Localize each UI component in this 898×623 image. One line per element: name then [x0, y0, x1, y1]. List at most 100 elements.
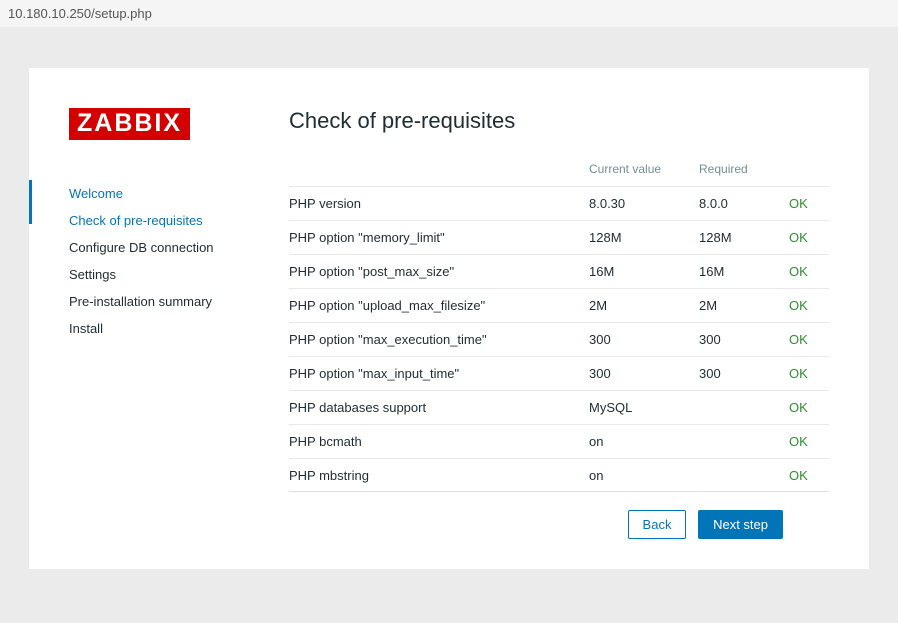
cell-text: PHP databases support [289, 400, 426, 415]
cell: OK [789, 357, 829, 391]
cell-text: on [589, 434, 603, 449]
status-text: OK [789, 468, 808, 483]
cell: OK [789, 289, 829, 323]
cell: OK [789, 255, 829, 289]
cell [699, 391, 789, 425]
cell-text: PHP option "max_execution_time" [289, 332, 487, 347]
requirements-table: Current value Required PHP version 8.0.30… [289, 152, 829, 492]
nav-step[interactable]: Install [69, 315, 289, 342]
table-row: PHP version 8.0.30 8.0.0 OK [289, 187, 829, 221]
cell-text: 300 [699, 366, 721, 381]
cell-text: 300 [699, 332, 721, 347]
cell: 300 [699, 323, 789, 357]
sidebar: ZABBIX Welcome Check of pre-requisites Con… [69, 108, 289, 539]
cell [699, 459, 789, 493]
cell: MySQL [589, 391, 699, 425]
nav-step-label: Install [69, 321, 103, 336]
button-bar: Back Next step [289, 492, 829, 539]
cell-text: on [589, 468, 603, 483]
cell: 16M [699, 255, 789, 289]
cell: PHP option "post_max_size" [289, 255, 589, 289]
table-row: PHP option "max_input_time" 300 300 OK [289, 357, 829, 391]
cell: PHP option "upload_max_filesize" [289, 289, 589, 323]
nav-step-label: Pre-installation summary [69, 294, 212, 309]
cell: on [589, 459, 699, 493]
cell: OK [789, 425, 829, 459]
nav-step-label: Welcome [69, 186, 123, 201]
cell-text: PHP option "memory_limit" [289, 230, 445, 245]
cell-text: 8.0.0 [699, 196, 728, 211]
col-header-required: Required [699, 152, 789, 187]
page-title: Check of pre-requisites [289, 108, 829, 134]
cell: 16M [589, 255, 699, 289]
cell: PHP databases support [289, 391, 589, 425]
table-row: PHP option "max_execution_time" 300300 OK [289, 323, 829, 357]
next-step-button[interactable]: Next step [698, 510, 783, 539]
cell-text: PHP mbstring [289, 468, 369, 483]
cell: PHP option "memory_limit" [289, 221, 589, 255]
cell: OK [789, 459, 829, 493]
nav-step-label: Check of pre-requisites [69, 213, 203, 228]
nav-step[interactable]: Welcome [69, 180, 289, 207]
nav-step-label: Configure DB connection [69, 240, 214, 255]
cell: 300 [589, 357, 699, 391]
cell: PHP bcmath [289, 425, 589, 459]
cell: 2M [699, 289, 789, 323]
setup-card: ZABBIX Welcome Check of pre-requisites Con… [29, 68, 869, 569]
cell-text: PHP option "upload_max_filesize" [289, 298, 485, 313]
cell: 128M [699, 221, 789, 255]
cell-text: 128M [589, 230, 622, 245]
cell [699, 425, 789, 459]
cell-text: PHP version [289, 196, 361, 211]
col-header-status [789, 152, 829, 187]
col-header-current: Current value [589, 152, 699, 187]
back-button[interactable]: Back [628, 510, 687, 539]
cell-text: 16M [589, 264, 614, 279]
cell-text: 8.0.30 [589, 196, 625, 211]
nav-step[interactable]: Pre-installation summary [69, 288, 289, 315]
cell-text: PHP option "post_max_size" [289, 264, 454, 279]
logo: ZABBIX [69, 108, 190, 140]
status-text: OK [789, 264, 808, 279]
cell: 128M [589, 221, 699, 255]
cell: 300 [699, 357, 789, 391]
status-text: OK [789, 434, 808, 449]
cell-text: MySQL [589, 400, 632, 415]
col-header-name [289, 152, 589, 187]
cell: PHP option "max_execution_time" [289, 323, 589, 357]
cell: 8.0.0 [699, 187, 789, 221]
nav-step-label: Settings [69, 267, 116, 282]
cell: OK [789, 323, 829, 357]
table-row: PHP option "post_max_size" 16M 16M OK [289, 255, 829, 289]
cell: OK [789, 187, 829, 221]
table-row: PHP databases support MySQL OK [289, 391, 829, 425]
table-row: PHP option "memory_limit"128M128MOK [289, 221, 829, 255]
cell-text: 2M [589, 298, 607, 313]
cell: 8.0.30 [589, 187, 699, 221]
active-step-indicator [29, 180, 32, 224]
cell-text: PHP bcmath [289, 434, 362, 449]
requirements-table-wrap[interactable]: Current value Required PHP version 8.0.30… [289, 152, 829, 492]
nav-step[interactable]: Settings [69, 261, 289, 288]
cell-text: 16M [699, 264, 724, 279]
status-text: OK [789, 366, 808, 381]
setup-steps-nav: Welcome Check of pre-requisites Configure … [69, 180, 289, 342]
url-text: 10.180.10.250/setup.php [8, 6, 152, 21]
cell: PHP version [289, 187, 589, 221]
cell: 300 [589, 323, 699, 357]
cell-text: 128M [699, 230, 732, 245]
cell-text: 2M [699, 298, 717, 313]
cell-text: PHP option "max_input_time" [289, 366, 459, 381]
cell: PHP option "max_input_time" [289, 357, 589, 391]
table-row: PHP mbstring on OK [289, 459, 829, 493]
table-row: PHP option "upload_max_filesize" 2M 2M OK [289, 289, 829, 323]
url-bar: 10.180.10.250/setup.php [0, 0, 898, 28]
cell-text: 300 [589, 366, 611, 381]
nav-step[interactable]: Check of pre-requisites [69, 207, 289, 234]
status-text: OK [789, 196, 808, 211]
logo-text: ZABBIX [77, 109, 182, 137]
status-text: OK [789, 332, 808, 347]
cell: OK [789, 391, 829, 425]
cell: on [589, 425, 699, 459]
nav-step[interactable]: Configure DB connection [69, 234, 289, 261]
